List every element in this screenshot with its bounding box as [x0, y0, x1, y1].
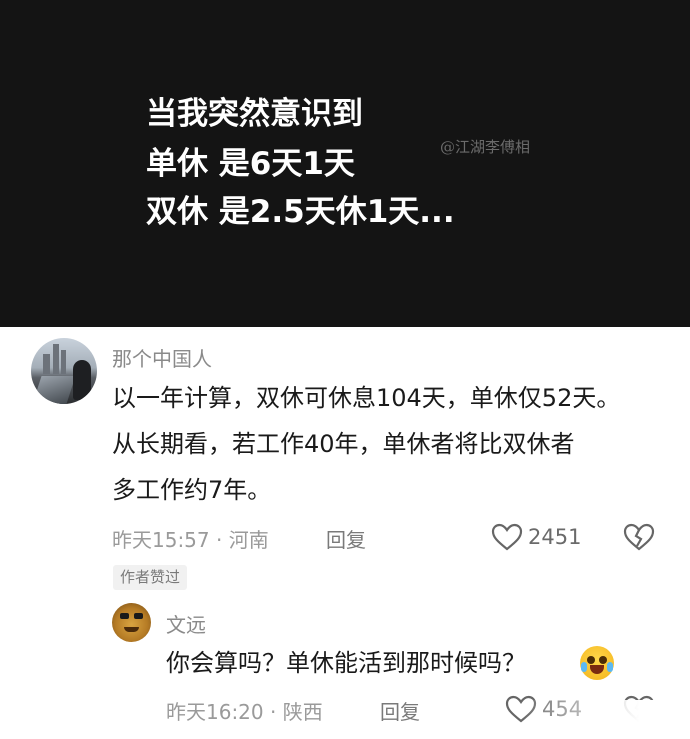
heart-outline-icon — [491, 523, 523, 551]
author-liked-badge: 作者赞过 — [113, 565, 188, 590]
avatar[interactable] — [112, 603, 151, 642]
watermark: @江湖李傅相 — [440, 138, 531, 156]
comment-location: 河南 — [228, 528, 269, 552]
comment-text-line-2: 从长期看，若工作40年，单休者将比双休者 — [112, 430, 575, 458]
post-image-banner: 当我突然意识到 单休 是6天1天 双休 是2.5天休1天... @江湖李傅相 — [0, 0, 690, 327]
meta-dot: · — [216, 528, 229, 552]
reply-button[interactable]: 回复 — [380, 696, 420, 725]
like-count: 2451 — [528, 525, 582, 549]
reply-button[interactable]: 回复 — [326, 524, 366, 553]
comment-text-line-1: 以一年计算，双休可休息104天，单休仅52天。 — [112, 384, 621, 412]
like-button[interactable]: 2451 — [491, 522, 581, 552]
banner-line-1: 当我突然意识到 — [146, 96, 363, 132]
comment-author[interactable]: 文远 — [166, 609, 206, 638]
comment-time: 昨天16:20 — [166, 700, 264, 724]
banner-line-3: 双休 是2.5天休1天... — [146, 194, 455, 230]
broken-heart-icon[interactable] — [623, 522, 655, 552]
comment-text-line-3: 多工作约7年。 — [112, 476, 272, 504]
comment-text: 你会算吗？单休能活到那时候吗？ — [166, 649, 526, 677]
comment-location: 陕西 — [282, 700, 323, 724]
meta-dot: · — [270, 700, 283, 724]
comment-time: 昨天15:57 — [112, 528, 210, 552]
avatar[interactable] — [31, 338, 97, 404]
crying-laughing-emoji — [580, 646, 614, 680]
comment-meta: 昨天15:57 · 河南 — [112, 524, 269, 553]
banner-line-2: 单休 是6天1天 — [146, 146, 355, 182]
bottom-right-fade — [520, 700, 690, 739]
comment-meta: 昨天16:20 · 陕西 — [166, 696, 323, 725]
comment-author[interactable]: 那个中国人 — [112, 343, 212, 372]
